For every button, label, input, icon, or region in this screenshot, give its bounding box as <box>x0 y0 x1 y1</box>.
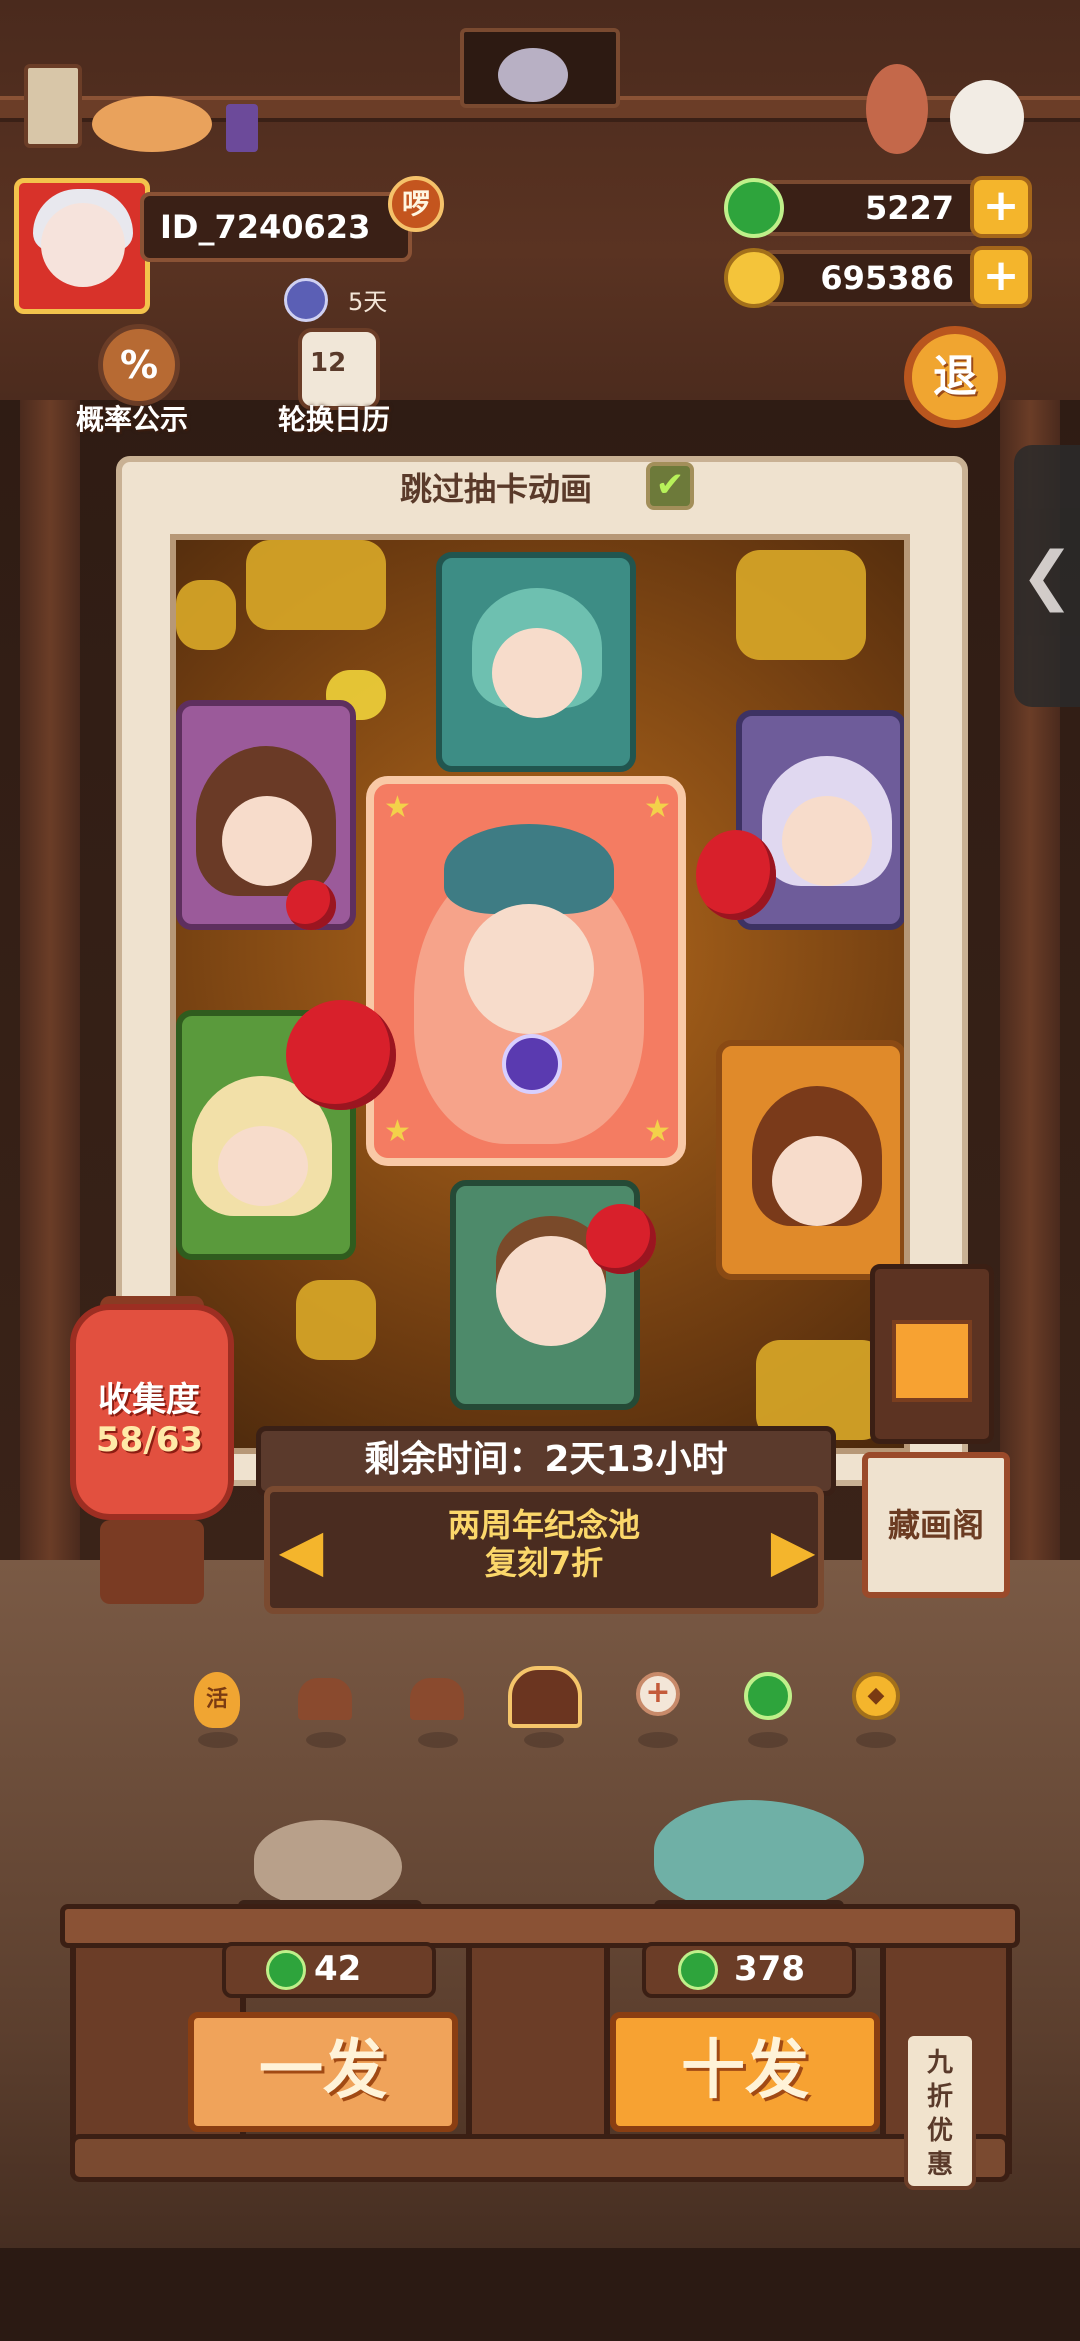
card-face <box>464 904 594 1034</box>
prev-pool-button[interactable]: ◀ <box>266 1508 336 1592</box>
ten-draw-button[interactable]: 十发 <box>610 2012 880 2132</box>
single-draw-button[interactable]: 一发 <box>188 2012 458 2132</box>
vip-days: 5天 <box>348 288 388 316</box>
selector-shadow <box>418 1732 458 1748</box>
star-icon: ★ <box>384 790 411 825</box>
selector-shadow <box>856 1732 896 1748</box>
counter-base <box>70 2134 1010 2182</box>
house-icon[interactable] <box>410 1678 464 1720</box>
character-figurine <box>866 64 928 154</box>
card-face <box>492 628 582 718</box>
gold-nugget <box>736 550 866 660</box>
add-coin-button[interactable]: + <box>970 246 1032 308</box>
star-icon: ★ <box>644 790 671 825</box>
jade-icon <box>266 1950 306 1990</box>
gold-nugget <box>296 1280 376 1360</box>
player-id: ID_7240623 <box>140 192 412 262</box>
gold-nugget <box>756 1340 886 1440</box>
next-pool-button[interactable]: ▶ <box>758 1508 828 1592</box>
skip-animation-checkbox[interactable]: ✔ <box>646 462 694 510</box>
card-face <box>222 796 312 886</box>
card-face <box>772 1136 862 1226</box>
jar-decoration <box>226 104 258 152</box>
jade-icon <box>678 1950 718 1990</box>
house-icon[interactable] <box>298 1678 352 1720</box>
featured-character-card[interactable]: ★ ★ ★ ★ <box>366 776 686 1166</box>
plus-circle-icon[interactable]: + <box>636 1672 680 1716</box>
star-icon: ★ <box>384 1114 411 1149</box>
white-cat-decoration <box>950 80 1024 154</box>
pool-banner: 两周年纪念池 复刻7折 <box>264 1486 824 1614</box>
ten-draw-cost: 378 <box>642 1942 856 1998</box>
wall-frame-decoration <box>24 64 82 148</box>
calendar-button-label[interactable]: 轮换日历 <box>278 398 390 438</box>
lantern-charm-icon[interactable]: 活 <box>194 1672 240 1728</box>
lantern-stand <box>100 1520 204 1604</box>
star-icon: ★ <box>644 1114 671 1149</box>
red-gem <box>286 880 336 930</box>
red-gem <box>696 830 776 920</box>
quit-button[interactable]: 退 <box>904 326 1006 428</box>
lamp-window <box>892 1320 972 1402</box>
character-card-orange <box>716 1040 904 1280</box>
character-card-teal <box>436 552 636 772</box>
add-jade-button[interactable]: + <box>970 176 1032 238</box>
title-badge[interactable]: 啰 <box>388 176 444 232</box>
discount-tag: 九折优惠 <box>904 2032 976 2190</box>
probability-button-label[interactable]: 概率公示 <box>76 398 188 438</box>
card-face <box>782 796 872 886</box>
bottom-bar <box>0 2248 1080 2341</box>
pool-subtitle: 复刻7折 <box>484 1544 604 1582</box>
red-gem <box>586 1204 656 1274</box>
percent-icon[interactable]: % <box>98 324 180 406</box>
selector-shadow <box>748 1732 788 1748</box>
selector-shadow <box>306 1732 346 1748</box>
single-draw-cost: 42 <box>222 1942 436 1998</box>
selector-shadow <box>198 1732 238 1748</box>
jade-icon <box>724 178 784 238</box>
gold-nugget <box>246 540 386 630</box>
player-avatar[interactable] <box>14 178 150 314</box>
gold-nugget <box>176 580 236 650</box>
skip-animation-label[interactable]: 跳过抽卡动画 <box>400 464 592 510</box>
selector-shadow <box>638 1732 678 1748</box>
vip-icon[interactable] <box>284 278 328 322</box>
counter-top <box>60 1904 1020 1948</box>
collection-progress: 58/63 <box>96 1420 204 1460</box>
avatar-face <box>41 203 125 287</box>
side-panel-toggle[interactable]: ❮ <box>1014 445 1080 707</box>
card-headdress <box>444 824 614 914</box>
coin-icon <box>724 248 784 308</box>
house-selected-icon[interactable] <box>508 1666 582 1728</box>
card-face <box>218 1126 308 1206</box>
coin-icon[interactable]: ◆ <box>852 1672 900 1720</box>
gallery-button[interactable]: 藏画阁 <box>862 1452 1010 1598</box>
pool-title: 两周年纪念池 <box>447 1506 640 1544</box>
red-gem <box>286 1000 396 1110</box>
selector-shadow <box>524 1732 564 1748</box>
collection-label: 收集度 <box>98 1380 200 1420</box>
jade-icon[interactable] <box>744 1672 792 1720</box>
card-display-area: ★ ★ ★ ★ <box>170 534 910 1454</box>
sleeping-cat-decoration <box>92 96 212 152</box>
raccoon-decoration <box>498 48 568 102</box>
crystal-orb <box>502 1034 562 1094</box>
